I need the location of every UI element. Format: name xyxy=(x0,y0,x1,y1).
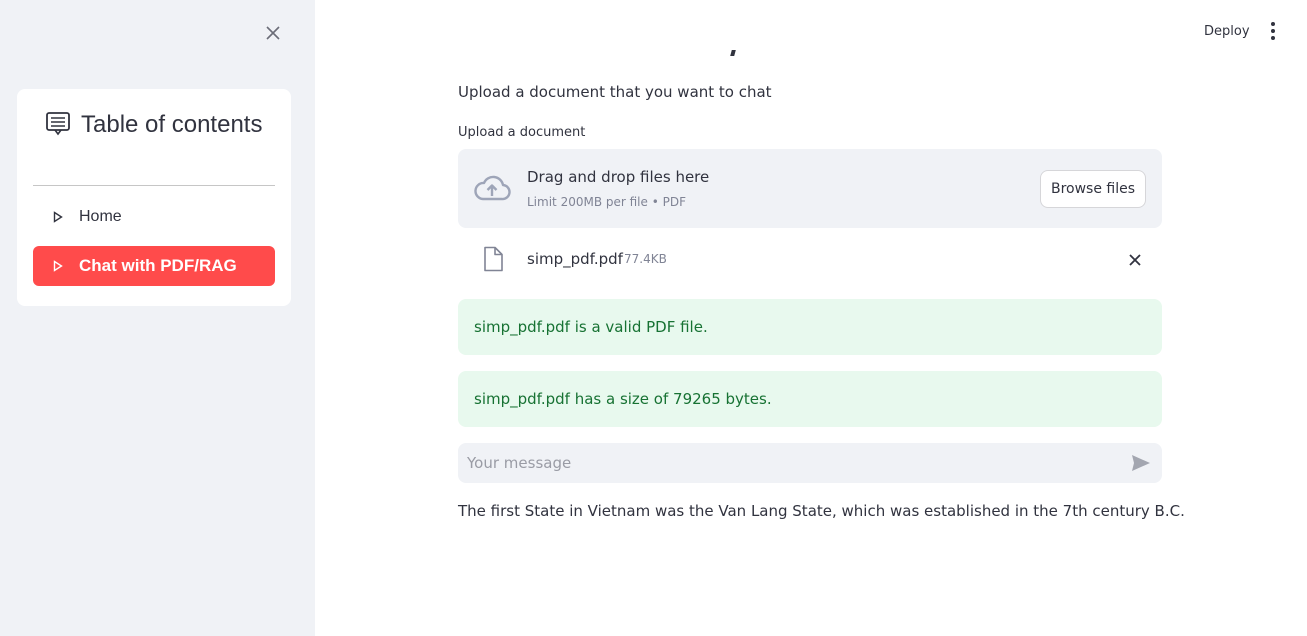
dropzone-limit: Limit 200MB per file • PDF xyxy=(527,195,686,209)
uploaded-file-row: simp_pdf.pdf 77.4KB xyxy=(458,240,1162,280)
upload-label: Upload a document xyxy=(458,125,586,140)
chat-message-input[interactable] xyxy=(458,443,1118,483)
toc-card: Table of contents Home Chat with PDF/RAG xyxy=(17,89,291,306)
success-alert: simp_pdf.pdf is a valid PDF file. xyxy=(458,299,1162,355)
success-alert: simp_pdf.pdf has a size of 79265 bytes. xyxy=(458,371,1162,427)
toc-divider xyxy=(33,185,275,186)
nav-item-chat-pdf-rag[interactable]: Chat with PDF/RAG xyxy=(33,246,275,286)
close-icon[interactable] xyxy=(262,22,284,44)
toc-title-text: Table of contents xyxy=(81,111,263,138)
file-name: simp_pdf.pdf xyxy=(527,250,623,268)
nav-item-label: Chat with PDF/RAG xyxy=(79,256,237,275)
file-dropzone[interactable]: Drag and drop files here Limit 200MB per… xyxy=(458,149,1162,228)
toc-title: Table of contents xyxy=(45,107,275,143)
browse-files-button[interactable]: Browse files xyxy=(1040,170,1146,208)
more-vertical-icon[interactable] xyxy=(1262,20,1284,42)
send-icon[interactable] xyxy=(1130,453,1152,473)
sidebar: Table of contents Home Chat with PDF/RAG xyxy=(0,0,315,636)
deploy-button[interactable]: Deploy xyxy=(1196,20,1258,43)
play-outline-icon xyxy=(53,260,63,272)
chat-response: The first State in Vietnam was the Van L… xyxy=(458,502,1185,520)
nav-item-label: Home xyxy=(79,208,122,225)
dropzone-title: Drag and drop files here xyxy=(527,168,710,186)
cloud-upload-icon xyxy=(474,175,511,201)
title-fragment xyxy=(730,50,736,56)
file-size: 77.4KB xyxy=(624,252,667,266)
page-subtitle: Upload a document that you want to chat xyxy=(458,83,772,101)
nav-item-home[interactable]: Home xyxy=(33,197,275,237)
file-icon xyxy=(484,246,503,272)
play-outline-icon xyxy=(53,211,63,223)
remove-file-icon[interactable] xyxy=(1125,250,1145,270)
list-doc-icon xyxy=(46,112,70,136)
chat-input-container xyxy=(458,443,1162,483)
